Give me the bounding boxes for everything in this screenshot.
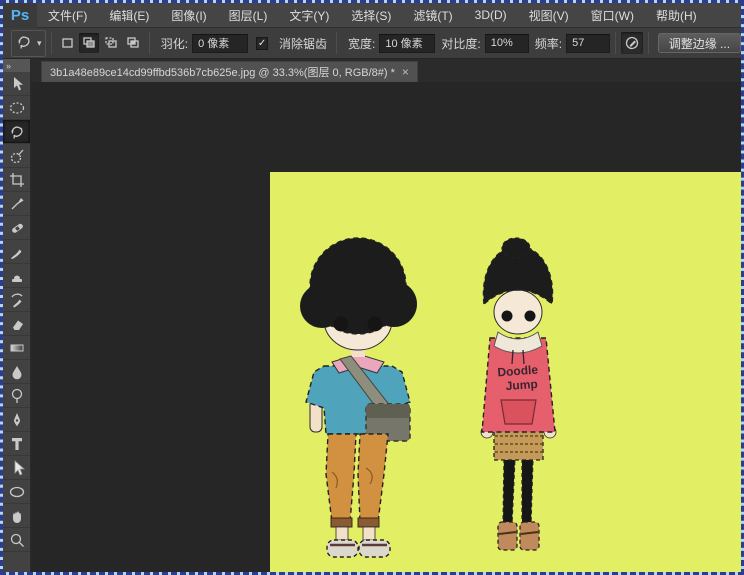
path-selection-tool[interactable]: [3, 456, 30, 480]
menu-filter[interactable]: 滤镜(T): [402, 3, 463, 28]
tablet-pressure-toggle[interactable]: [621, 32, 643, 54]
menu-bar: Ps 文件(F) 编辑(E) 图像(I) 图层(L) 文字(Y) 选择(S) 滤…: [3, 3, 741, 28]
tool-preset-picker[interactable]: ▾: [11, 30, 46, 57]
menu-file[interactable]: 文件(F): [37, 3, 98, 28]
feather-input[interactable]: [192, 34, 248, 53]
antialias-label: 消除锯齿: [279, 35, 327, 52]
menu-type[interactable]: 文字(Y): [278, 3, 340, 28]
width-input[interactable]: [379, 34, 435, 53]
contrast-label: 对比度:: [441, 35, 480, 52]
crop-tool[interactable]: [3, 168, 30, 192]
pen-tool[interactable]: [3, 408, 30, 432]
menu-layer[interactable]: 图层(L): [218, 3, 279, 28]
gradient-tool[interactable]: [3, 336, 30, 360]
contrast-input[interactable]: [485, 34, 529, 53]
photoshop-window: Ps 文件(F) 编辑(E) 图像(I) 图层(L) 文字(Y) 选择(S) 滤…: [0, 0, 744, 575]
cartoon-figures-artwork: Doodle Jump: [270, 172, 741, 572]
ellipse-shape-tool[interactable]: [3, 480, 30, 504]
close-tab-icon[interactable]: ×: [402, 65, 409, 79]
open-image[interactable]: Doodle Jump: [270, 172, 741, 572]
antialias-checkbox[interactable]: ✓: [256, 37, 268, 50]
quick-selection-tool[interactable]: [3, 144, 30, 168]
menu-view[interactable]: 视图(V): [518, 3, 580, 28]
separator: [336, 32, 337, 54]
menu-help[interactable]: 帮助(H): [645, 3, 708, 28]
frequency-input[interactable]: [566, 34, 610, 53]
dodge-tool[interactable]: [3, 384, 30, 408]
menu-image[interactable]: 图像(I): [160, 3, 217, 28]
zoom-tool[interactable]: [3, 528, 30, 552]
separator: [149, 32, 150, 54]
magnetic-lasso-icon: [15, 33, 33, 54]
boy-figure: [300, 238, 417, 557]
chevron-down-icon: ▾: [37, 38, 42, 49]
type-tool[interactable]: [3, 432, 30, 456]
eyedropper-tool[interactable]: [3, 192, 30, 216]
menu-window[interactable]: 窗口(W): [580, 3, 645, 28]
photoshop-logo: Ps: [3, 3, 37, 28]
refine-edge-button[interactable]: 调整边缘 ...: [658, 33, 741, 53]
document-tab-strip: 3b1a48e89ce14cd99ffbd536b7cb625e.jpg @ 3…: [31, 59, 741, 82]
intersect-selection-button[interactable]: [123, 33, 143, 53]
subtract-from-selection-button[interactable]: [101, 33, 121, 53]
menu-select[interactable]: 选择(S): [340, 3, 402, 28]
magnetic-lasso-tool[interactable]: [3, 120, 30, 144]
separator: [51, 32, 52, 54]
canvas-area[interactable]: Doodle Jump: [31, 82, 741, 572]
girl-figure: Doodle Jump: [481, 238, 556, 550]
tool-options-bar: ▾: [3, 28, 741, 59]
add-to-selection-button[interactable]: [79, 33, 99, 53]
new-selection-button[interactable]: [58, 33, 78, 53]
elliptical-marquee-tool[interactable]: [3, 96, 30, 120]
collapse-panel-button[interactable]: »: [3, 59, 30, 72]
feather-label: 羽化:: [161, 35, 188, 52]
document-title: 3b1a48e89ce14cd99ffbd536b7cb625e.jpg @ 3…: [50, 64, 395, 80]
menu-3d[interactable]: 3D(D): [464, 3, 518, 28]
healing-brush-tool[interactable]: [3, 216, 30, 240]
history-brush-tool[interactable]: [3, 288, 30, 312]
hand-tool[interactable]: [3, 504, 30, 528]
move-tool[interactable]: [3, 72, 30, 96]
blur-tool[interactable]: [3, 360, 30, 384]
tools-panel: »: [3, 59, 31, 572]
brush-tool[interactable]: [3, 240, 30, 264]
menu-edit[interactable]: 编辑(E): [98, 3, 160, 28]
separator: [648, 32, 649, 54]
clone-stamp-tool[interactable]: [3, 264, 30, 288]
separator: [615, 32, 616, 54]
frequency-label: 频率:: [535, 35, 562, 52]
width-label: 宽度:: [348, 35, 375, 52]
eraser-tool[interactable]: [3, 312, 30, 336]
document-tab[interactable]: 3b1a48e89ce14cd99ffbd536b7cb625e.jpg @ 3…: [41, 61, 418, 82]
hoodie-text-line2: Jump: [505, 377, 538, 393]
